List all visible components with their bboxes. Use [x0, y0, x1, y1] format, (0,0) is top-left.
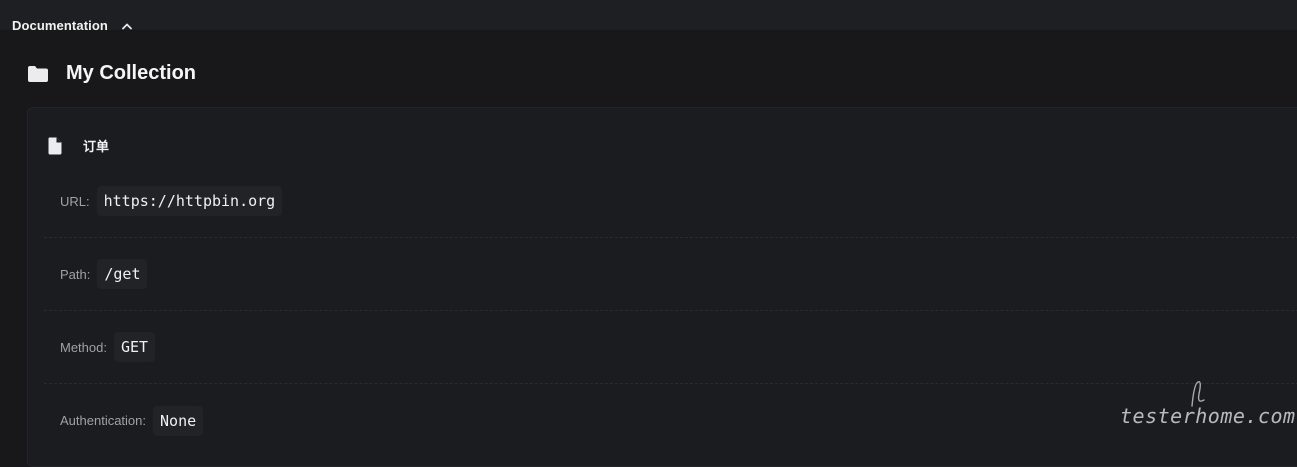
method-row: Method: GET: [44, 311, 1297, 384]
collection-header: My Collection: [27, 62, 196, 85]
documentation-section-toggle[interactable]: Documentation: [12, 18, 134, 33]
auth-row: Authentication: None: [44, 384, 1297, 457]
collection-title: My Collection: [66, 62, 197, 84]
file-icon: [48, 137, 62, 155]
auth-value: None: [153, 405, 204, 436]
url-value: https://httpbin.org: [96, 186, 283, 216]
auth-label: Authentication:: [60, 413, 147, 428]
section-title: Documentation: [12, 18, 108, 33]
folder-icon: [27, 65, 49, 83]
top-bar: [0, 0, 1297, 30]
method-value: GET: [113, 332, 156, 362]
request-name: 订单: [83, 140, 110, 155]
path-label: Path:: [60, 266, 91, 282]
path-value: /get: [97, 259, 148, 289]
chevron-up-icon[interactable]: [120, 19, 134, 33]
request-header[interactable]: 订单: [48, 136, 109, 155]
url-label: URL:: [60, 193, 90, 209]
request-card: 订单 URL: https://httpbin.org Path: /get M…: [27, 107, 1297, 467]
url-row: URL: https://httpbin.org: [44, 165, 1297, 238]
watermark-text: testerhome.com: [1120, 404, 1296, 428]
path-row: Path: /get: [44, 238, 1297, 311]
watermark: testerhome.com: [1120, 378, 1295, 438]
method-label: Method:: [60, 339, 107, 355]
